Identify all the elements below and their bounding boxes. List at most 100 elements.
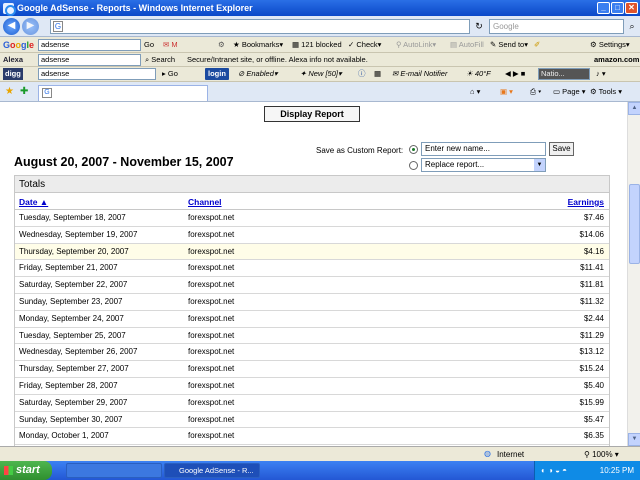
start-button[interactable]: start [0, 461, 52, 480]
alexa-search-input[interactable]: adsense [38, 54, 141, 66]
add-favorites-icon[interactable]: ✚ [20, 86, 28, 98]
forward-button[interactable]: ▶ [22, 18, 39, 35]
table-row: Tuesday, September 25, 2007 forexspot.net… [15, 328, 609, 345]
maximize-button[interactable]: □ [611, 2, 624, 14]
amazon-logo[interactable]: amazon.com [594, 54, 639, 66]
media-controls[interactable]: ◀ ▶ ■ [505, 68, 525, 80]
close-window-button[interactable]: ✕ [625, 2, 638, 14]
weather-label: 40°F [474, 69, 491, 78]
scroll-up-arrow[interactable]: ▲ [628, 102, 640, 115]
row-earnings: $2.44 [583, 313, 604, 323]
autolink-label: AutoLink [403, 40, 433, 49]
display-report-button[interactable]: Display Report [264, 106, 360, 122]
row-date: Thursday, September 27, 2007 [19, 364, 129, 374]
vertical-scrollbar[interactable]: ▲ ▼ [627, 102, 640, 446]
channel-column-header[interactable]: Channel [188, 197, 222, 207]
spellcheck-button[interactable]: ✓ Check▾ [348, 39, 381, 51]
row-earnings: $6.35 [583, 431, 604, 441]
settings-button[interactable]: ⚙ Settings▾ [590, 39, 630, 51]
row-earnings: $11.81 [580, 280, 604, 290]
save-button[interactable]: Save [549, 142, 574, 156]
digg-search-input[interactable]: adsense [38, 68, 156, 80]
refresh-icon[interactable]: ↻ [473, 20, 485, 32]
row-date: Saturday, September 29, 2007 [19, 397, 128, 407]
minimize-button[interactable]: _ [597, 2, 610, 14]
grid-icon[interactable]: ▦ [374, 68, 381, 80]
page-menu[interactable]: ▭ Page ▾ [553, 86, 586, 98]
info-icon[interactable]: ⓘ [358, 68, 366, 80]
volume-icon[interactable]: ♪ ▾ [596, 68, 606, 80]
media-station-select[interactable]: Natio... [538, 68, 590, 80]
digg-toolbar: digg adsense ▸ Go login ⊘ Enabled▾ ✦ New… [0, 67, 640, 82]
row-date: Thursday, September 20, 2007 [19, 246, 129, 256]
table-row: Monday, September 24, 2007 forexspot.net $… [15, 311, 609, 328]
address-bar[interactable]: G [50, 19, 470, 34]
date-column-header[interactable]: Date ▲ [19, 197, 48, 207]
alexa-search-button[interactable]: ⌕ Search [145, 54, 175, 66]
taskbar-item-adsense[interactable]: Google AdSense - R... [164, 463, 260, 478]
scrollbar-thumb[interactable] [629, 184, 640, 264]
chevron-down-icon: ▼ [534, 159, 545, 171]
tab-adsense-reports[interactable]: G [38, 85, 208, 101]
row-channel: forexspot.net [188, 414, 235, 424]
row-date: Tuesday, September 25, 2007 [19, 330, 126, 340]
row-date: Saturday, September 22, 2007 [19, 280, 128, 290]
taskbar: start Google AdSense - R... ◐ ◑ ◒ ◓ 10:2… [0, 461, 640, 480]
google-go-button[interactable]: Go [144, 39, 154, 51]
scroll-down-arrow[interactable]: ▼ [628, 433, 640, 446]
email-notifier-button[interactable]: ✉ E-mail Notifier [392, 68, 447, 80]
favorites-star-icon[interactable]: ★ [5, 86, 14, 98]
report-rows: Tuesday, September 18, 2007 forexspot.net… [15, 210, 609, 446]
tools-icon[interactable]: ⚙ [218, 39, 225, 51]
tools-menu-label: Tools [598, 87, 617, 96]
feeds-icon[interactable]: ▣ ▾ [500, 86, 513, 98]
back-button[interactable]: ◀ [3, 18, 20, 35]
replace-report-select[interactable]: Replace report... ▼ [421, 158, 546, 172]
row-earnings: $11.32 [580, 296, 604, 306]
autolink-button[interactable]: ⚲ AutoLink▾ [396, 39, 436, 51]
row-channel: forexspot.net [188, 246, 235, 256]
autofill-label: AutoFill [458, 40, 484, 49]
new-report-radio[interactable] [409, 145, 418, 154]
earnings-column-header[interactable]: Earnings [568, 197, 604, 207]
search-icon[interactable]: ⌕ [626, 20, 638, 32]
digg-go-button[interactable]: ▸ Go [162, 68, 178, 80]
row-channel: forexspot.net [188, 397, 235, 407]
gmail-icon[interactable]: ✉ M [163, 39, 178, 51]
blocked-label: 121 blocked [301, 40, 342, 49]
tools-menu[interactable]: ⚙ Tools ▾ [590, 86, 622, 98]
zoom-control[interactable]: ⚲ 100% ▾ [584, 450, 619, 459]
tray-icons[interactable]: ◐ ◑ ◒ ◓ [541, 461, 567, 480]
row-earnings: $7.46 [583, 213, 604, 222]
table-row: Sunday, September 30, 2007 forexspot.net $… [15, 412, 609, 429]
ie-icon [3, 2, 16, 16]
autofill-button[interactable]: ▤ AutoFill [450, 39, 484, 51]
popup-blocked-button[interactable]: ▦ 121 blocked [292, 39, 342, 51]
new-report-name-input[interactable]: Enter new name... [421, 142, 546, 156]
zoom-label: 100% [592, 450, 613, 459]
bookmarks-label: Bookmarks [241, 40, 280, 49]
bookmarks-button[interactable]: ★ Bookmarks▾ [233, 39, 283, 51]
enabled-button[interactable]: ⊘ Enabled▾ [238, 68, 278, 80]
digg-login-button[interactable]: login [205, 68, 229, 80]
home-icon[interactable]: ⌂ ▾ [470, 86, 480, 98]
weather-button[interactable]: ☀ 40°F [466, 68, 491, 80]
digg-logo[interactable]: digg [3, 68, 23, 80]
google-search-input[interactable]: adsense [38, 39, 141, 51]
print-icon[interactable]: ⎙ ▾ [530, 86, 541, 98]
tab-favicon: G [42, 88, 52, 98]
sendto-label: Send to [498, 40, 525, 49]
highlight-icon[interactable]: ✐ [534, 39, 540, 51]
new-items-button[interactable]: ✦ New [50]▾ [300, 68, 342, 80]
taskbar-item-1[interactable] [66, 463, 162, 478]
check-label: Check [356, 40, 378, 49]
replace-report-radio[interactable] [409, 161, 418, 170]
replace-report-label: Replace report... [425, 160, 485, 169]
report-table: Totals Date ▲ Channel Earnings Tuesday, … [14, 175, 610, 446]
table-row: Saturday, September 22, 2007 forexspot.ne… [15, 277, 609, 294]
row-date: Wednesday, September 19, 2007 [19, 229, 138, 239]
search-input[interactable]: Google [489, 19, 624, 34]
date-range-heading: August 20, 2007 - November 15, 2007 [14, 155, 234, 169]
window-title: Google AdSense - Reports - Windows Inter… [17, 3, 253, 13]
sendto-button[interactable]: ✎ Send to▾ [490, 39, 528, 51]
